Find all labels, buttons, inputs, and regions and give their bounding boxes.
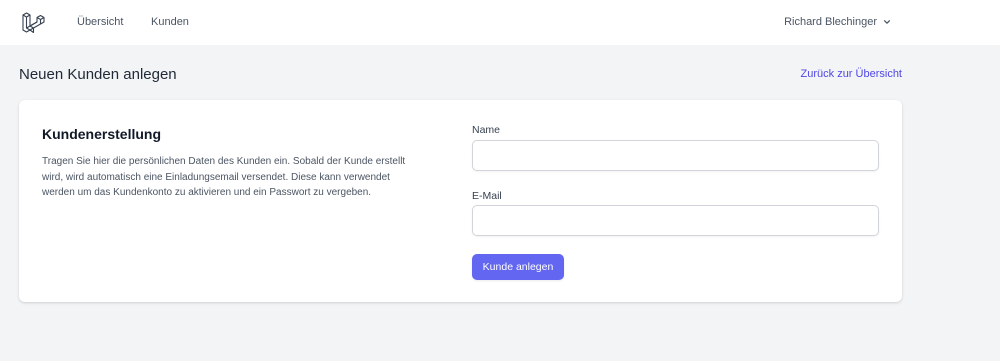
user-name: Richard Blechinger <box>784 16 877 28</box>
create-customer-card: Kundenerstellung Tragen Sie hier die per… <box>19 100 902 302</box>
name-input[interactable] <box>472 140 879 171</box>
back-to-overview-link[interactable]: Zurück zur Übersicht <box>801 68 902 80</box>
name-label: Name <box>472 124 501 136</box>
user-menu[interactable]: Richard Blechinger <box>784 16 891 28</box>
laravel-logo-icon[interactable] <box>21 11 45 35</box>
create-customer-button[interactable]: Kunde anlegen <box>472 254 564 280</box>
section-title: Kundenerstellung <box>42 126 162 142</box>
top-navbar: Übersicht Kunden Richard Blechinger <box>0 0 1000 46</box>
page-title: Neuen Kunden anlegen <box>19 66 177 83</box>
section-description: Tragen Sie hier die persönlichen Daten d… <box>42 156 406 198</box>
chevron-down-icon <box>883 20 891 24</box>
page-header: Neuen Kunden anlegen Zurück zur Übersich… <box>0 46 1000 100</box>
email-input[interactable] <box>472 205 879 236</box>
nav-link-customers[interactable]: Kunden <box>151 16 189 28</box>
nav-link-overview[interactable]: Übersicht <box>77 16 123 28</box>
email-label: E-Mail <box>472 190 502 202</box>
